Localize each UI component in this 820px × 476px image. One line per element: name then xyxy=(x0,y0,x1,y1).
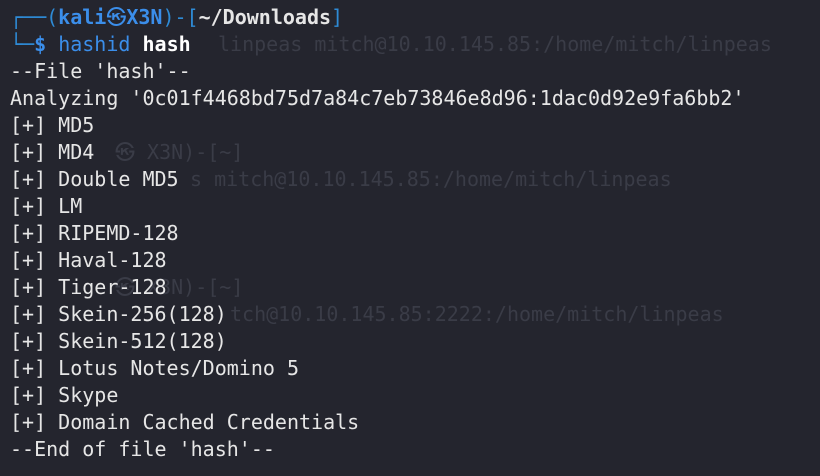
result-label: Double MD5 xyxy=(58,167,179,191)
result-label: Skype xyxy=(58,383,119,407)
result-marker: [+] xyxy=(10,140,47,164)
result-label: MD5 xyxy=(58,113,95,137)
command-name: hashid xyxy=(58,32,131,56)
result-item: [+] Tiger-128 xyxy=(10,274,745,301)
prompt-user: kali xyxy=(58,5,107,29)
result-item: [+] MD5 xyxy=(10,112,745,139)
prompt-line-top: ┌──(kali㉿X3N)-[~/Downloads] xyxy=(10,4,745,31)
result-item: [+] Lotus Notes/Domino 5 xyxy=(10,355,745,382)
result-marker: [+] xyxy=(10,167,47,191)
analyzing-line: Analyzing '0c01f4468bd75d7a84c7eb73846e8… xyxy=(10,86,745,110)
result-label: MD4 xyxy=(58,140,95,164)
result-marker: [+] xyxy=(10,383,47,407)
result-item: [+] Skype xyxy=(10,382,745,409)
prompt-frame-top: ┌──( xyxy=(10,5,59,29)
result-label: LM xyxy=(58,194,83,218)
result-marker: [+] xyxy=(10,113,47,137)
file-footer: --End of file 'hash'-- xyxy=(10,437,275,461)
results-list: [+] MD5 [+] MD4 [+] Double MD5 [+] LM [+] RI… xyxy=(10,112,745,436)
result-label: RIPEMD-128 xyxy=(58,221,179,245)
result-label: Skein-512(128) xyxy=(58,329,227,353)
prompt-line-command[interactable]: └─$ hashid hash xyxy=(10,31,745,58)
result-marker: [+] xyxy=(10,194,47,218)
result-marker: [+] xyxy=(10,410,47,434)
prompt-path: ~/Downloads xyxy=(198,5,332,29)
terminal-content: ┌──(kali㉿X3N)-[~/Downloads] └─$ hashid h… xyxy=(10,4,745,463)
result-marker: [+] xyxy=(10,275,47,299)
result-label: Haval-128 xyxy=(58,248,167,272)
result-marker: [+] xyxy=(10,356,47,380)
result-marker: [+] xyxy=(10,248,47,272)
result-item: [+] MD4 xyxy=(10,139,745,166)
prompt-frame-mid: )-[ xyxy=(162,5,199,29)
prompt-at-icon: ㉿ xyxy=(106,5,127,29)
result-item: [+] Skein-512(128) xyxy=(10,328,745,355)
command-argument: hash xyxy=(142,32,191,56)
prompt-dollar: $ xyxy=(34,32,47,56)
prompt-frame-end: ] xyxy=(331,5,344,29)
result-label: Lotus Notes/Domino 5 xyxy=(58,356,299,380)
result-item: [+] Double MD5 xyxy=(10,166,745,193)
result-marker: [+] xyxy=(10,329,47,353)
result-marker: [+] xyxy=(10,302,47,326)
result-item: [+] RIPEMD-128 xyxy=(10,220,745,247)
result-label: Tiger-128 xyxy=(58,275,167,299)
result-item: [+] Domain Cached Credentials xyxy=(10,409,745,436)
result-item: [+] LM xyxy=(10,193,745,220)
result-item: [+] Skein-256(128) xyxy=(10,301,745,328)
prompt-frame-bottom: └─ xyxy=(10,32,35,56)
file-header: --File 'hash'-- xyxy=(10,59,191,83)
prompt-host: X3N xyxy=(126,5,163,29)
result-label: Skein-256(128) xyxy=(58,302,227,326)
terminal-window[interactable]: linpeas mitch@10.10.145.85:/home/mitch/l… xyxy=(0,0,820,476)
result-label: Domain Cached Credentials xyxy=(58,410,360,434)
result-marker: [+] xyxy=(10,221,47,245)
result-item: [+] Haval-128 xyxy=(10,247,745,274)
